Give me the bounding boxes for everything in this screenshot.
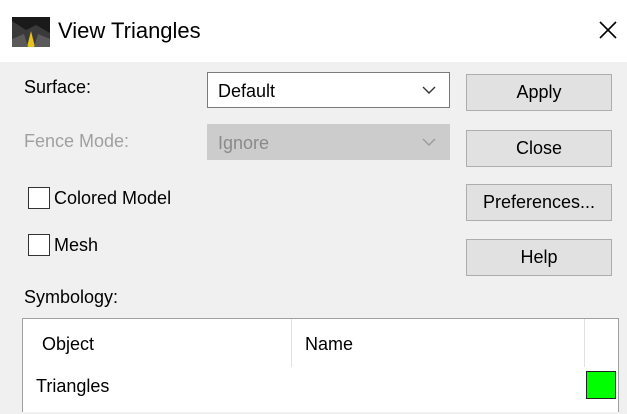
close-button[interactable]: Close [466, 130, 612, 167]
triangles-color-swatch[interactable] [586, 371, 616, 399]
help-button[interactable]: Help [466, 239, 612, 276]
symbology-table: Object Name Triangles [22, 318, 619, 412]
view-triangles-dialog: View Triangles Surface: Default Fence Mo… [0, 0, 627, 414]
column-header-name[interactable]: Name [305, 333, 353, 355]
surface-value: Default [218, 81, 276, 101]
chevron-down-icon [422, 86, 436, 94]
chevron-down-icon [422, 138, 436, 146]
apply-button[interactable]: Apply [466, 74, 612, 111]
surface-dropdown[interactable]: Default [207, 72, 450, 108]
preferences-button[interactable]: Preferences... [466, 184, 612, 221]
column-divider [584, 319, 585, 367]
title-bar[interactable]: View Triangles [0, 0, 627, 62]
fence-mode-value: Ignore [218, 133, 270, 153]
column-divider [291, 319, 292, 367]
fence-mode-label: Fence Mode: [24, 131, 130, 151]
terrain-road-icon [12, 17, 50, 47]
mesh-label: Mesh [54, 235, 99, 255]
dialog-body: Surface: Default Fence Mode: Ignore Colo… [0, 62, 627, 414]
table-row-object[interactable]: Triangles [36, 375, 109, 397]
colored-model-label: Colored Model [54, 188, 172, 208]
window-title: View Triangles [58, 18, 201, 43]
column-header-object[interactable]: Object [42, 333, 94, 355]
fence-mode-dropdown[interactable]: Ignore [207, 124, 450, 160]
colored-model-checkbox[interactable] [28, 187, 50, 209]
surface-label: Surface: [24, 77, 92, 97]
mesh-checkbox[interactable] [28, 234, 50, 256]
symbology-label: Symbology: [24, 287, 119, 307]
close-icon[interactable] [596, 18, 620, 42]
